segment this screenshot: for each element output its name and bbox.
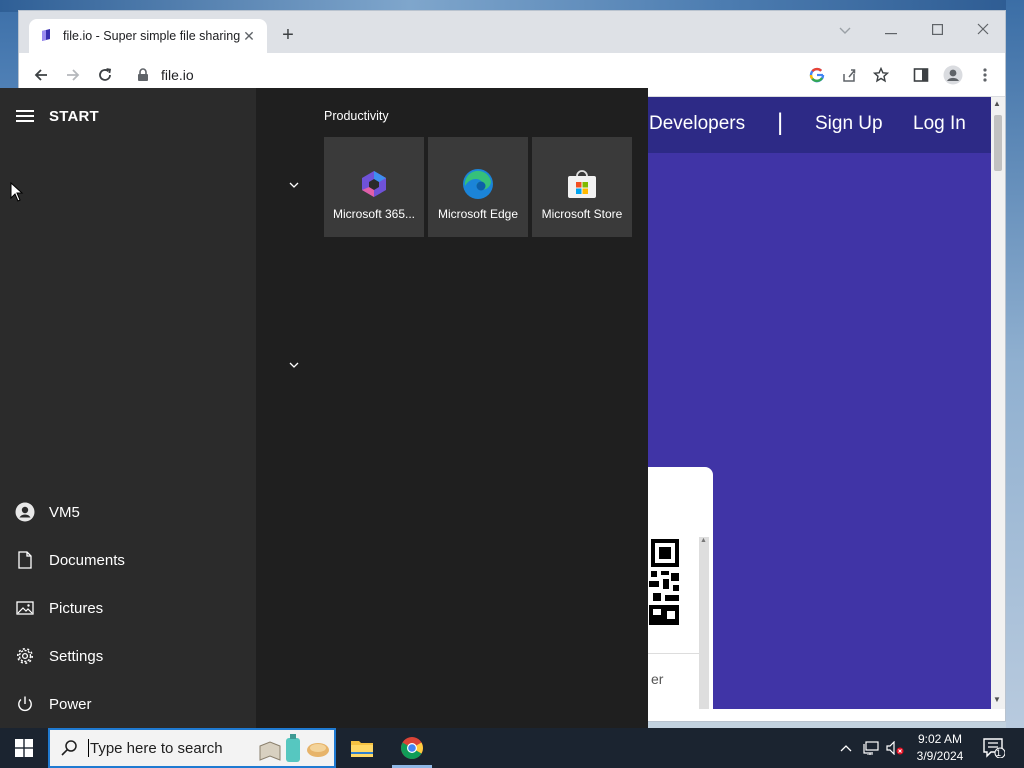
tile-label: Microsoft 365...: [332, 207, 416, 221]
google-icon[interactable]: [805, 63, 829, 87]
search-icon: [61, 740, 77, 756]
chevron-down-icon[interactable]: [286, 357, 302, 373]
user-icon: [15, 502, 35, 522]
nav-login-link[interactable]: Log In: [913, 113, 966, 135]
pictures-icon: [15, 598, 35, 618]
mouse-cursor-icon: [10, 182, 24, 202]
search-placeholder: Type here to search: [90, 739, 223, 757]
power-icon: [15, 694, 35, 714]
store-icon: [565, 167, 599, 201]
profile-avatar[interactable]: [941, 63, 965, 87]
forward-arrow-icon: [67, 69, 80, 81]
tab-search-chevron-icon[interactable]: [823, 15, 867, 45]
address-url: file.io: [161, 67, 194, 83]
side-panel-icon[interactable]: [909, 63, 933, 87]
close-window-button[interactable]: [961, 15, 1005, 45]
start-item-power[interactable]: Power: [0, 682, 256, 726]
clock-date: 3/9/2024: [916, 749, 964, 763]
show-hidden-icons-chevron-icon[interactable]: [836, 728, 856, 768]
reload-icon: [99, 68, 112, 81]
forward-button[interactable]: [61, 63, 85, 87]
scroll-down-icon[interactable]: ▼: [993, 695, 1001, 704]
tab-strip: file.io - Super simple file sharing ✕ +: [19, 11, 1005, 53]
page-scrollbar[interactable]: ▲ ▼: [991, 97, 1005, 709]
taskbar-clock[interactable]: 9:02 AM 3/9/2024: [908, 731, 972, 765]
start-menu-sidebar: START VM5 Documents Pictures Settings Po…: [0, 88, 256, 728]
address-bar[interactable]: file.io: [127, 60, 879, 90]
folder-icon: [351, 741, 373, 757]
start-title: START: [49, 108, 99, 125]
new-tab-button[interactable]: +: [277, 24, 299, 46]
tile-microsoft-store[interactable]: Microsoft Store: [532, 137, 632, 237]
bookmark-star-icon[interactable]: [869, 63, 893, 87]
minimize-button[interactable]: [869, 15, 913, 45]
microsoft-365-icon: [357, 167, 391, 201]
start-item-label: Pictures: [49, 599, 104, 617]
start-item-label: Settings: [49, 647, 104, 665]
gear-icon: [15, 646, 35, 666]
hamburger-menu-icon[interactable]: [16, 110, 34, 124]
start-item-label: Documents: [49, 551, 125, 569]
notification-count: 1: [996, 748, 1002, 758]
share-icon[interactable]: [837, 63, 861, 87]
start-item-user[interactable]: VM5: [0, 490, 256, 534]
maximize-button[interactable]: [915, 15, 959, 45]
chevron-down-icon[interactable]: [286, 177, 302, 193]
taskbar-file-explorer[interactable]: [338, 728, 386, 768]
tile-group-label: Productivity: [324, 109, 389, 123]
taskbar-chrome[interactable]: [388, 728, 436, 768]
card-divider: [643, 653, 699, 654]
text-caret: [88, 739, 89, 757]
fileio-favicon-icon: [42, 29, 50, 41]
start-item-label: Power: [49, 695, 92, 713]
volume-muted-icon[interactable]: [884, 728, 906, 768]
network-icon[interactable]: [860, 728, 882, 768]
nav-signup-link[interactable]: Sign Up: [815, 113, 883, 135]
start-button[interactable]: [0, 728, 48, 768]
card-scrollbar[interactable]: ▲: [699, 537, 709, 709]
taskbar-search-box[interactable]: Type here to search: [48, 728, 336, 768]
tile-microsoft-edge[interactable]: Microsoft Edge: [428, 137, 528, 237]
more-menu-icon[interactable]: [973, 63, 997, 87]
download-card: ▲ er: [639, 467, 713, 709]
tile-microsoft-365[interactable]: Microsoft 365...: [324, 137, 424, 237]
tile-label: Microsoft Edge: [437, 207, 519, 221]
document-icon: [15, 550, 35, 570]
start-item-settings[interactable]: Settings: [0, 634, 256, 678]
lock-icon: [138, 68, 148, 81]
chrome-icon: [401, 737, 423, 759]
windows-logo-icon: [15, 739, 33, 757]
back-arrow-icon: [34, 69, 47, 81]
clock-time: 9:02 AM: [917, 732, 963, 746]
card-partial-text: er: [651, 671, 664, 687]
start-item-pictures[interactable]: Pictures: [0, 586, 256, 630]
scroll-thumb[interactable]: [994, 115, 1002, 171]
desktop-wallpaper-right: [1006, 0, 1024, 728]
nav-separator: |: [777, 109, 784, 136]
notification-icon: [983, 738, 1005, 758]
search-highlight-illustration-icon: [259, 734, 329, 762]
taskbar: Type here to search 9:02 AM 3/9/2024 1: [0, 728, 1024, 768]
tile-label: Microsoft Store: [541, 207, 623, 221]
reload-button[interactable]: [93, 63, 117, 87]
tab-title: file.io - Super simple file sharing: [63, 29, 241, 43]
browser-tab-fileio[interactable]: file.io - Super simple file sharing ✕: [29, 19, 267, 53]
start-menu-tiles: Productivity Microsoft 365... Microsoft …: [256, 88, 648, 728]
close-tab-icon[interactable]: ✕: [241, 28, 257, 45]
qr-code-icon: [649, 539, 679, 625]
start-item-documents[interactable]: Documents: [0, 538, 256, 582]
edge-icon: [461, 167, 495, 201]
notification-center-button[interactable]: 1: [980, 728, 1008, 768]
start-item-label: VM5: [49, 503, 80, 521]
back-button[interactable]: [29, 63, 53, 87]
scroll-up-icon[interactable]: ▲: [993, 99, 1001, 108]
nav-developers-link[interactable]: Developers: [649, 113, 745, 135]
